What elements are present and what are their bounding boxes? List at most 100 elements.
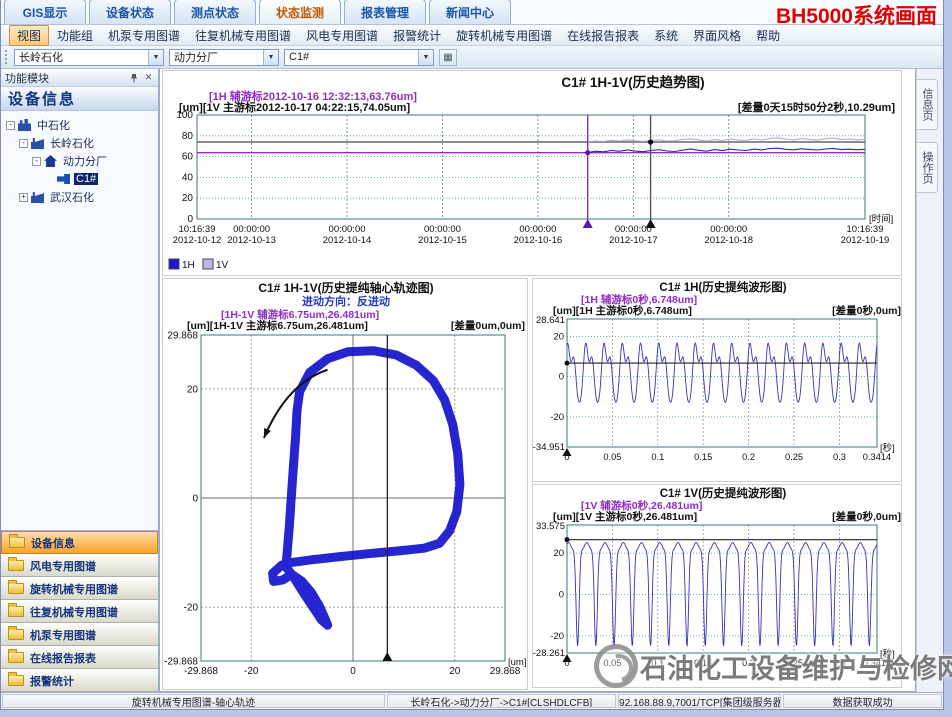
svg-text:00:00:00: 00:00:00 — [615, 224, 652, 235]
svg-text:20: 20 — [182, 193, 194, 204]
svg-text:2012-10-17: 2012-10-17 — [609, 235, 658, 246]
svg-text:-29.868: -29.868 — [184, 666, 218, 677]
svg-text:80: 80 — [182, 131, 194, 142]
svg-text:C1# 1H-1V(历史趋势图): C1# 1H-1V(历史趋势图) — [561, 74, 704, 90]
toolbar: 长岭石化 ▼ 动力分厂 ▼ C1# ▼ ▦ — [1, 46, 943, 69]
sidebar-nav-1[interactable]: 风电专用图谱 — [1, 554, 158, 577]
svg-text:2012-10-14: 2012-10-14 — [323, 235, 372, 246]
svg-text:1V: 1V — [216, 260, 229, 271]
top-tab-1[interactable]: 设备状态 — [89, 0, 171, 24]
sidebar-nav-2[interactable]: 旋转机械专用图谱 — [1, 577, 158, 600]
tree-expander-icon[interactable]: - — [6, 121, 15, 130]
svg-text:-29.868: -29.868 — [164, 657, 198, 668]
machine-select[interactable]: C1# ▼ — [284, 49, 434, 66]
svg-text:00:00:00: 00:00:00 — [710, 224, 747, 235]
sidebar-nav-5[interactable]: 在线报告报表 — [1, 646, 158, 669]
tree-item-1[interactable]: - 长岭石化 — [3, 134, 156, 152]
svg-text:0.05: 0.05 — [603, 452, 621, 462]
svg-text:1H: 1H — [182, 260, 195, 271]
sidebar-nav-0[interactable]: 设备信息 — [1, 531, 158, 554]
nav-button-label: 机泵专用图谱 — [30, 627, 96, 643]
svg-text:-34.951: -34.951 — [533, 442, 565, 453]
plant-select[interactable]: 长岭石化 ▼ — [14, 49, 164, 66]
branch-select[interactable]: 动力分厂 ▼ — [169, 49, 279, 66]
svg-text:00:00:00: 00:00:00 — [424, 224, 461, 235]
tree-item-label: 长岭石化 — [48, 135, 96, 151]
svg-text:进动方向：反进动: 进动方向：反进动 — [302, 294, 390, 308]
svg-text:[um]: [um] — [508, 657, 526, 668]
svg-text:[秒]: [秒] — [880, 648, 895, 660]
top-tab-5[interactable]: 新闻中心 — [429, 0, 511, 24]
svg-text:-20: -20 — [550, 631, 564, 642]
svg-text:10:16:39: 10:16:39 — [179, 224, 216, 235]
menu-item-5[interactable]: 报警统计 — [386, 26, 448, 45]
folder-icon — [8, 606, 24, 617]
svg-text:0.3: 0.3 — [833, 658, 846, 668]
svg-text:[1H 辅游标2012-10-16 12:32:13,63.: [1H 辅游标2012-10-16 12:32:13,63.76um] — [209, 89, 417, 103]
svg-text:20: 20 — [449, 666, 461, 677]
tree-item-4[interactable]: +武汉石化 — [3, 188, 156, 206]
folder-icon — [9, 537, 25, 548]
pin-icon[interactable] — [128, 72, 139, 83]
tree-item-3[interactable]: C1# — [3, 170, 156, 188]
sidebar-nav-3[interactable]: 往复机械专用图谱 — [1, 600, 158, 623]
tree-expander-icon[interactable]: + — [19, 193, 28, 202]
menu-item-0[interactable]: 视图 — [9, 25, 49, 46]
svg-text:C1# 1H(历史提纯波形图): C1# 1H(历史提纯波形图) — [659, 280, 786, 294]
menu-item-8[interactable]: 系统 — [647, 26, 685, 45]
sidebar-nav-6[interactable]: 报警统计 — [1, 669, 158, 692]
top-tab-2[interactable]: 测点状态 — [174, 0, 256, 24]
toolbar-grip — [5, 50, 9, 64]
folder-icon — [8, 583, 24, 594]
top-tab-3[interactable]: 状态监测 — [259, 0, 341, 24]
svg-text:2012-10-16: 2012-10-16 — [514, 235, 563, 246]
app-title: BH5000系统画面 — [776, 0, 937, 30]
svg-text:29.868: 29.868 — [167, 331, 198, 342]
tree-expander-icon[interactable]: - — [32, 157, 41, 166]
svg-text:2012-10-13: 2012-10-13 — [227, 235, 276, 246]
tree-item-label: 中石化 — [35, 117, 72, 133]
tree-expander-icon[interactable]: - — [19, 139, 28, 148]
toolbar-extra-button[interactable]: ▦ — [439, 49, 457, 66]
chevron-down-icon[interactable]: ▼ — [148, 50, 163, 65]
folder-icon — [8, 675, 24, 686]
nav-button-label: 设备信息 — [31, 535, 75, 551]
svg-text:[差量0um,0um]: [差量0um,0um] — [451, 319, 525, 332]
menu-item-4[interactable]: 风电专用图谱 — [299, 26, 385, 45]
waveform-1v-chart[interactable]: C1# 1V(历史提纯波形图)[1V 辅游标0秒,26.481um][um][1… — [532, 484, 902, 688]
svg-text:[差量0天15时50分2秒,10.29um]: [差量0天15时50分2秒,10.29um] — [738, 100, 895, 114]
svg-text:0.15: 0.15 — [694, 658, 712, 668]
top-tab-4[interactable]: 报表管理 — [344, 0, 426, 24]
sidebar-nav-4[interactable]: 机泵专用图谱 — [1, 623, 158, 646]
svg-text:28.641: 28.641 — [536, 315, 565, 326]
svg-text:20: 20 — [553, 548, 564, 559]
menu-item-7[interactable]: 在线报告报表 — [560, 26, 646, 45]
chevron-down-icon[interactable]: ▼ — [418, 50, 433, 65]
side-tab-1[interactable]: 操作页 — [917, 142, 938, 193]
panel-title: 功能模块 — [5, 70, 49, 86]
svg-text:40: 40 — [182, 172, 194, 183]
tree-item-2[interactable]: -动力分厂 — [3, 152, 156, 170]
chevron-down-icon[interactable]: ▼ — [263, 50, 278, 65]
machine-select-value: C1# — [285, 51, 418, 63]
menu-item-3[interactable]: 往复机械专用图谱 — [188, 26, 298, 45]
svg-text:0.25: 0.25 — [785, 658, 803, 668]
top-tab-0[interactable]: GIS显示 — [4, 0, 86, 24]
side-tab-0[interactable]: 信息页 — [917, 79, 938, 130]
folder-icon — [8, 652, 24, 663]
menu-item-1[interactable]: 功能组 — [50, 26, 100, 45]
status-cell-1: 长岭石化->动力分厂->C1#[CLSHDLCFB] — [387, 694, 616, 708]
svg-text:-20: -20 — [550, 412, 564, 423]
close-icon[interactable]: ✕ — [143, 72, 154, 83]
svg-text:20: 20 — [187, 384, 199, 395]
orbit-chart[interactable]: C1# 1H-1V(历史提纯轴心轨迹图)进动方向：反进动[1H-1V 辅游标6.… — [162, 278, 528, 690]
device-info-header: 设备信息 — [1, 87, 158, 111]
menu-item-6[interactable]: 旋转机械专用图谱 — [449, 26, 559, 45]
svg-text:[um][1H 主游标0秒,6.748um]: [um][1H 主游标0秒,6.748um] — [553, 304, 692, 317]
trend-chart[interactable]: C1# 1H-1V(历史趋势图) [1H 辅游标2012-10-16 12:32:… — [162, 70, 902, 276]
menu-item-9[interactable]: 界面风格 — [686, 26, 748, 45]
menu-item-2[interactable]: 机泵专用图谱 — [101, 26, 187, 45]
waveform-1h-chart[interactable]: C1# 1H(历史提纯波形图)[1H 辅游标0秒,6.748um][um][1H… — [532, 278, 902, 482]
tree-item-0[interactable]: - 中石化 — [3, 116, 156, 134]
svg-text:[um][1H-1V 主游标6.75um,26.481um]: [um][1H-1V 主游标6.75um,26.481um] — [187, 319, 368, 332]
